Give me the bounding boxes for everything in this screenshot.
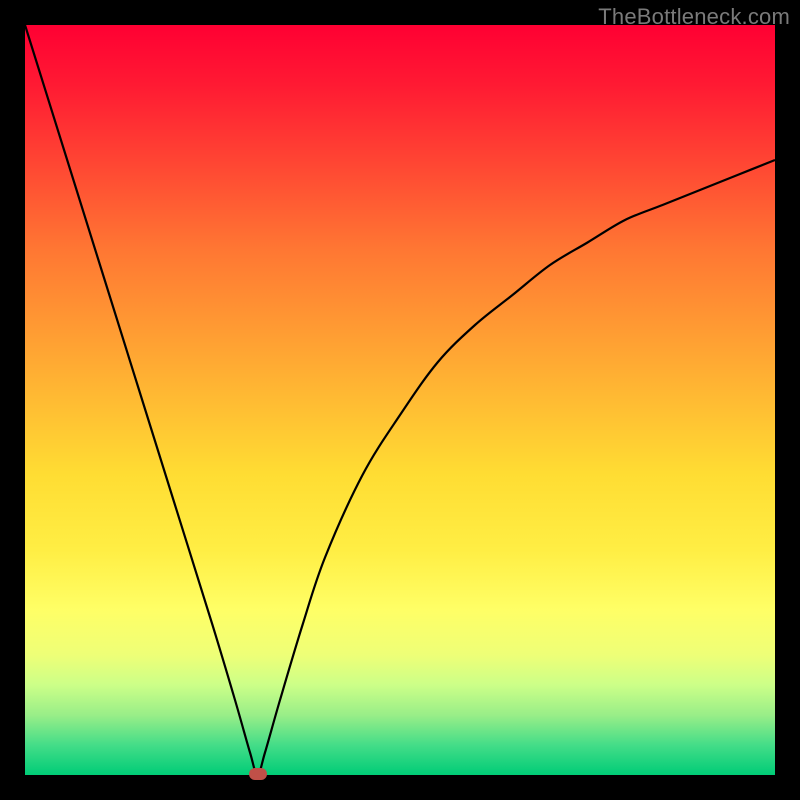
bottleneck-curve	[25, 25, 775, 775]
watermark-text: TheBottleneck.com	[598, 4, 790, 30]
chart-frame: TheBottleneck.com	[0, 0, 800, 800]
optimal-point-marker	[249, 768, 267, 780]
